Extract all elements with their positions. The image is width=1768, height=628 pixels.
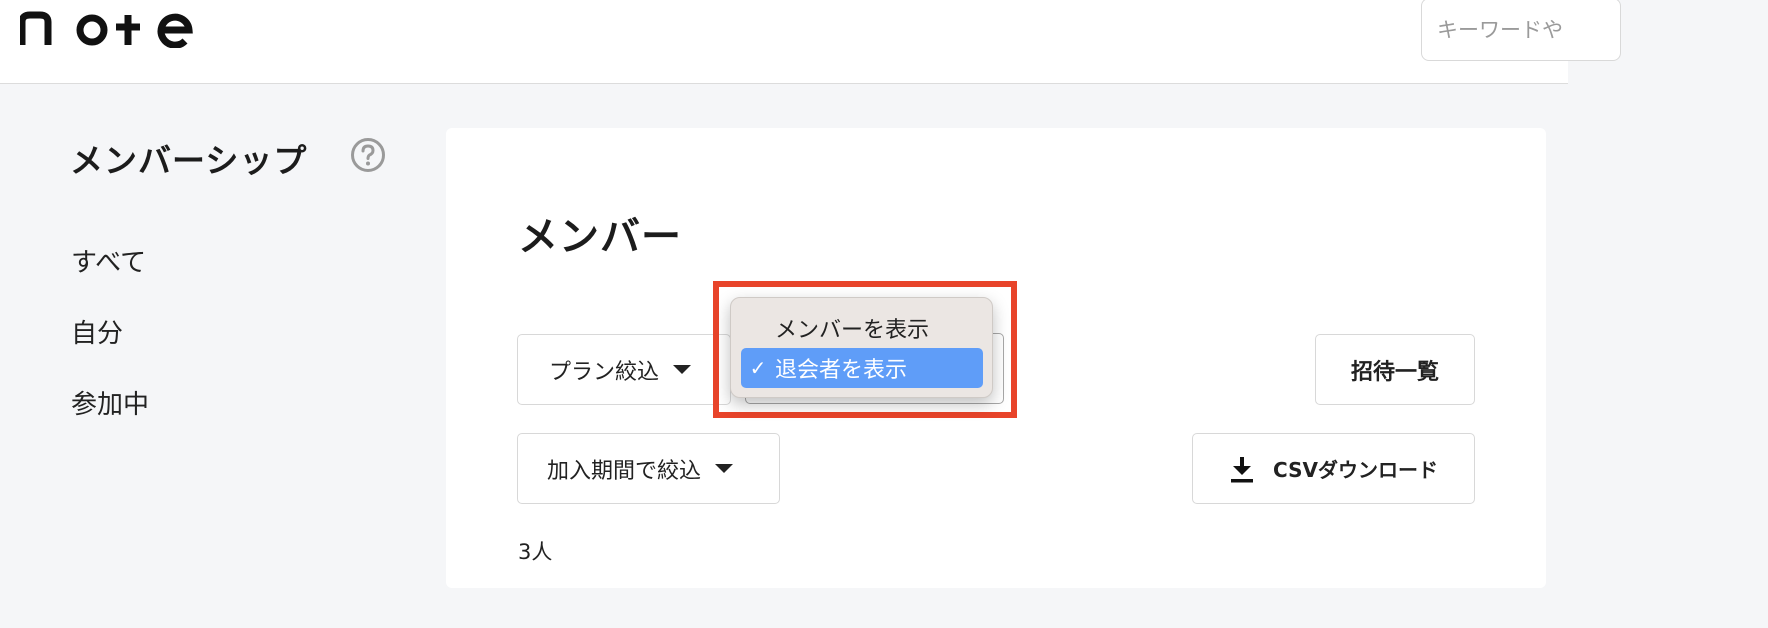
caret-down-icon <box>673 365 692 374</box>
search-input[interactable] <box>1422 0 1620 60</box>
sidebar-item-all[interactable]: すべて <box>71 242 146 279</box>
search-box[interactable] <box>1421 0 1621 61</box>
top-bar <box>0 0 1621 84</box>
menu-item-label: 退会者を表示 <box>775 358 908 383</box>
plan-filter-button[interactable]: プラン絞込 <box>517 334 731 405</box>
sidebar-item-mine[interactable]: 自分 <box>71 313 123 350</box>
note-logo[interactable] <box>20 8 195 48</box>
plan-filter-label: プラン絞込 <box>549 359 660 385</box>
member-count: 3人 <box>518 540 553 564</box>
period-filter-button[interactable]: 加入期間で絞込 <box>517 433 780 504</box>
dropdown-menu: メンバーを表示 ✓ 退会者を表示 <box>730 297 993 398</box>
page-title: メンバー <box>518 214 682 260</box>
sidebar-item-joined[interactable]: 参加中 <box>71 384 149 421</box>
menu-item-label: メンバーを表示 <box>775 318 930 343</box>
period-filter-label: 加入期間で絞込 <box>547 458 702 484</box>
help-icon[interactable] <box>350 137 386 173</box>
csv-download-button[interactable]: CSVダウンロード <box>1192 433 1475 504</box>
checkmark-icon: ✓ <box>749 356 767 380</box>
caret-down-icon <box>715 464 734 473</box>
sidebar-title: メンバーシップ <box>70 141 308 180</box>
menu-item-show-members[interactable]: メンバーを表示 <box>741 308 983 348</box>
download-icon <box>1231 456 1254 482</box>
menu-item-show-withdrawn[interactable]: ✓ 退会者を表示 <box>741 348 983 388</box>
invites-button[interactable]: 招待一覧 <box>1315 334 1475 405</box>
invites-button-label: 招待一覧 <box>1350 359 1439 385</box>
csv-download-label: CSVダウンロード <box>1273 458 1438 482</box>
